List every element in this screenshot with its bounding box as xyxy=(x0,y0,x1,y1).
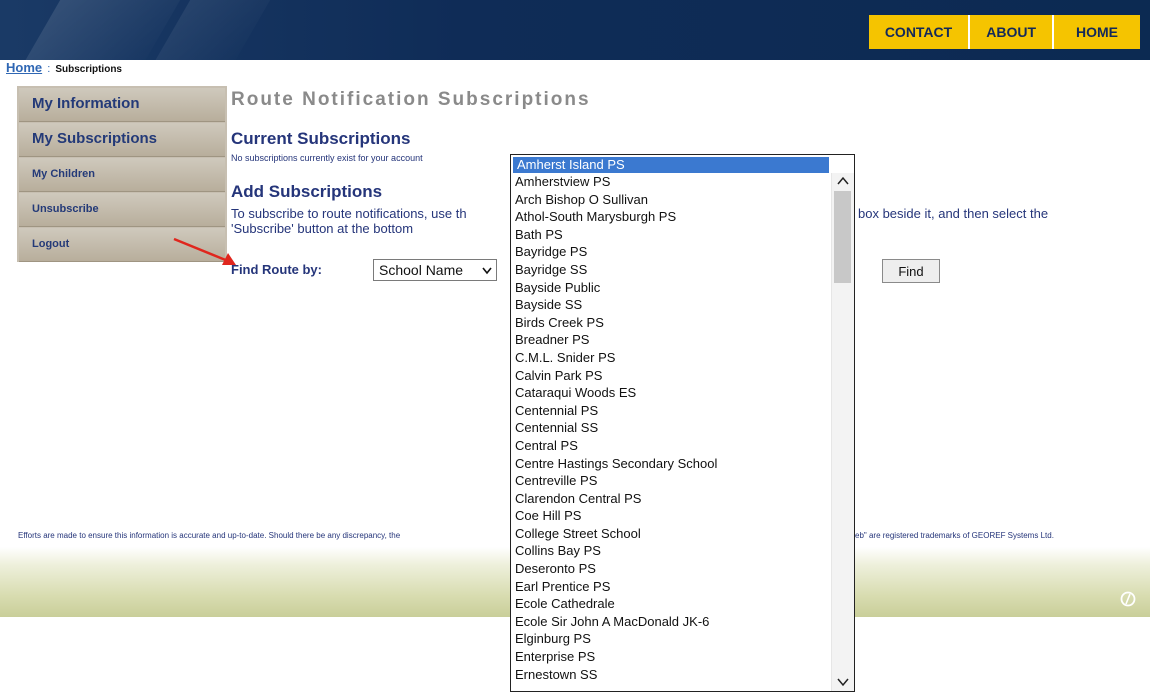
sidebar-item-my-children[interactable]: My Children xyxy=(19,158,225,192)
red-arrow-annotation xyxy=(173,237,236,265)
school-name-dropdown-list[interactable]: Amherst Island PS Amherstview PS Arch Bis… xyxy=(510,154,855,692)
dropdown-option[interactable]: Centreville PS xyxy=(511,472,831,490)
sidebar-item-unsubscribe[interactable]: Unsubscribe xyxy=(19,193,225,227)
find-button[interactable]: Find xyxy=(882,259,940,283)
nav-contact-link[interactable]: CONTACT xyxy=(868,15,969,49)
dropdown-option[interactable]: Cataraqui Woods ES xyxy=(511,384,831,402)
sidebar-item-my-information[interactable]: My Information xyxy=(19,88,225,122)
sidebar-item-my-subscriptions[interactable]: My Subscriptions xyxy=(19,123,225,157)
nav-about-link[interactable]: ABOUT xyxy=(968,15,1052,49)
find-by-selected-value: School Name xyxy=(379,262,464,278)
dropdown-option[interactable]: Clarendon Central PS xyxy=(511,490,831,508)
footer-disclaimer-left: Efforts are made to ensure this informat… xyxy=(18,531,401,540)
dropdown-option[interactable]: Birds Creek PS xyxy=(511,314,831,332)
dropdown-option[interactable]: Calvin Park PS xyxy=(511,367,831,385)
chevron-up-icon[interactable] xyxy=(836,175,850,187)
top-navigation: CONTACT ABOUT HOME xyxy=(868,15,1140,49)
scrollbar-thumb[interactable] xyxy=(834,191,851,283)
dropdown-option[interactable]: Ernestown SS xyxy=(511,666,831,684)
page-title: Route Notification Subscriptions xyxy=(231,89,591,110)
breadcrumb-separator: : xyxy=(47,63,51,75)
dropdown-option[interactable]: Athol-South Marysburgh PS xyxy=(511,208,831,226)
dropdown-option[interactable]: Centre Hastings Secondary School xyxy=(511,455,831,473)
dropdown-option[interactable]: Ecole Cathedrale xyxy=(511,595,831,613)
find-route-label: Find Route by: xyxy=(231,262,322,277)
dropdown-option[interactable]: Bath PS xyxy=(511,226,831,244)
chevron-down-icon[interactable] xyxy=(836,676,850,688)
chevron-down-icon xyxy=(482,267,492,275)
dropdown-option[interactable]: Ecole Sir John A MacDonald JK-6 xyxy=(511,613,831,631)
current-subscriptions-note: No subscriptions currently exist for you… xyxy=(231,153,423,163)
dropdown-option[interactable]: Breadner PS xyxy=(511,331,831,349)
dropdown-option[interactable]: Earl Prentice PS xyxy=(511,578,831,596)
instruction-line-1-end: box beside it, and then select the xyxy=(858,206,1049,221)
dropdown-option[interactable]: Amherstview PS xyxy=(511,173,831,191)
dropdown-option-selected[interactable]: Amherst Island PS xyxy=(512,156,830,174)
footer-disclaimer-right: eb" are registered trademarks of GEOREF … xyxy=(855,531,1054,540)
dropdown-options: Amherst Island PS Amherstview PS Arch Bis… xyxy=(511,155,831,683)
site-header: CONTACT ABOUT HOME xyxy=(0,0,1150,60)
sidebar: My Information My Subscriptions My Child… xyxy=(17,86,227,262)
dropdown-option[interactable]: Arch Bishop O Sullivan xyxy=(511,191,831,209)
dropdown-option[interactable]: Bayside Public xyxy=(511,279,831,297)
dropdown-option[interactable]: Coe Hill PS xyxy=(511,507,831,525)
dropdown-option[interactable]: Deseronto PS xyxy=(511,560,831,578)
dropdown-option[interactable]: Bayridge PS xyxy=(511,243,831,261)
find-by-select[interactable]: School Name xyxy=(373,259,497,281)
dropdown-option[interactable]: College Street School xyxy=(511,525,831,543)
breadcrumb-home-link[interactable]: Home xyxy=(6,60,42,75)
nav-home-link[interactable]: HOME xyxy=(1052,15,1140,49)
dropdown-option[interactable]: Bayside SS xyxy=(511,296,831,314)
dropdown-option[interactable]: Centennial PS xyxy=(511,402,831,420)
georef-logo-icon xyxy=(1120,591,1136,607)
dropdown-option[interactable]: Collins Bay PS xyxy=(511,542,831,560)
dropdown-scrollbar[interactable] xyxy=(831,173,854,691)
dropdown-option[interactable]: Enterprise PS xyxy=(511,648,831,666)
breadcrumb-current: Subscriptions xyxy=(55,64,122,75)
add-subscriptions-heading: Add Subscriptions xyxy=(231,182,383,201)
dropdown-option[interactable]: Centennial SS xyxy=(511,419,831,437)
dropdown-option[interactable]: C.M.L. Snider PS xyxy=(511,349,831,367)
dropdown-option[interactable]: Elginburg PS xyxy=(511,630,831,648)
breadcrumb: Home : Subscriptions xyxy=(6,60,122,76)
dropdown-option[interactable]: Bayridge SS xyxy=(511,261,831,279)
current-subscriptions-heading: Current Subscriptions xyxy=(231,129,411,148)
dropdown-option[interactable]: Central PS xyxy=(511,437,831,455)
